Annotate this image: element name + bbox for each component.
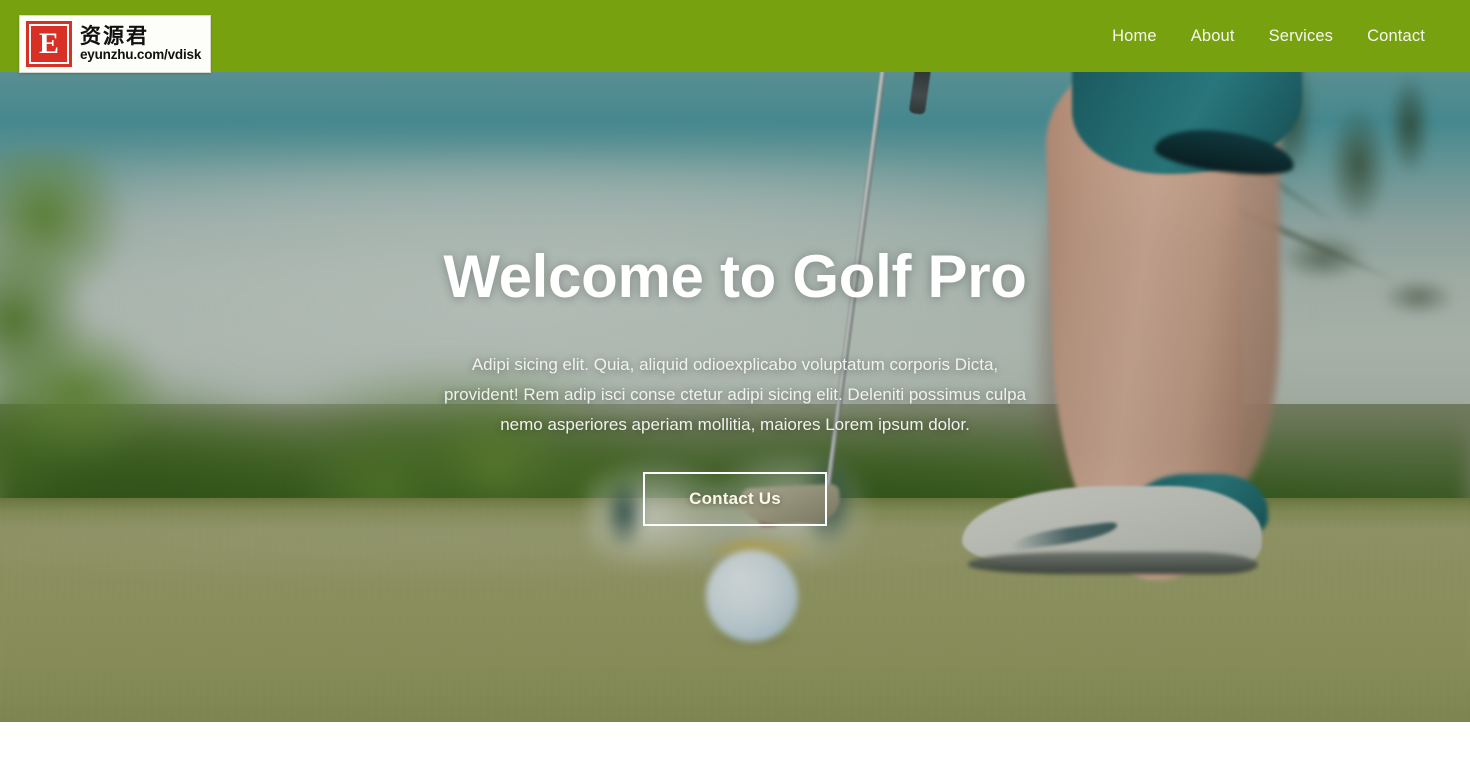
hero-paragraph: Adipi sicing elit. Quia, aliquid odioexp…	[443, 355, 1027, 434]
below-hero-white-area	[0, 722, 1470, 780]
watermark-badge-letter: E	[29, 24, 69, 64]
hero-heading: Welcome to Golf Pro	[443, 243, 1027, 310]
contact-us-button[interactable]: Contact Us	[643, 472, 827, 526]
watermark-chinese-text: 资源君	[80, 24, 149, 49]
main-navigation: Home About Services Contact	[1095, 17, 1470, 56]
watermark-url-text: eyunzhu.com/vdisk	[80, 47, 202, 63]
watermark-badge-icon: E	[26, 21, 72, 67]
site-header: Home About Services Contact	[0, 0, 1470, 72]
nav-link-about[interactable]: About	[1174, 17, 1252, 56]
eyunzhu-watermark: E 资源君 eyunzhu.com/vdisk	[19, 15, 211, 73]
page-root: Welcome to Golf Pro Adipi sicing elit. Q…	[0, 0, 1470, 780]
hero-section: Welcome to Golf Pro Adipi sicing elit. Q…	[0, 0, 1470, 722]
watermark-text-group: 资源君 eyunzhu.com/vdisk	[80, 25, 201, 63]
nav-link-services[interactable]: Services	[1252, 17, 1350, 56]
nav-link-home[interactable]: Home	[1095, 17, 1174, 56]
nav-link-contact[interactable]: Contact	[1350, 17, 1442, 56]
hero-content: Welcome to Golf Pro Adipi sicing elit. Q…	[0, 72, 1470, 722]
